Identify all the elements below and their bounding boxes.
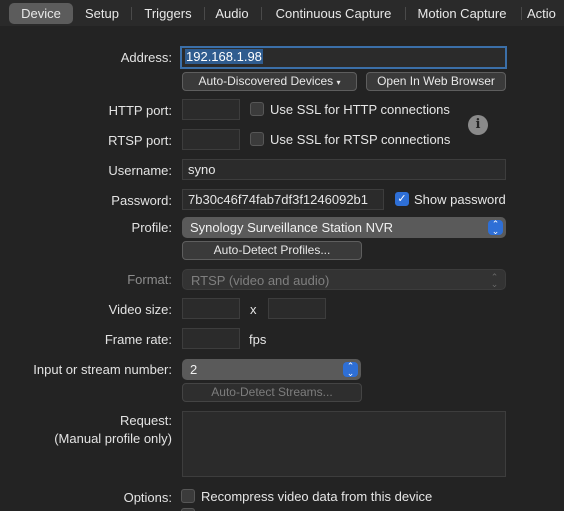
request-label: Request:: [119, 413, 172, 428]
up-down-chevron-icon: ⌃ ⌄: [343, 362, 358, 378]
video-width-input[interactable]: [182, 298, 240, 319]
request-textarea[interactable]: [182, 411, 506, 477]
tab-actions[interactable]: Actio: [527, 3, 564, 24]
tab-separator: [131, 7, 132, 20]
username-input[interactable]: syno: [182, 159, 506, 180]
address-value: 192.168.1.98: [185, 49, 263, 64]
tab-audio[interactable]: Audio: [210, 3, 254, 24]
ssl-http-checkbox[interactable]: [250, 102, 264, 116]
recompress-checkbox[interactable]: [181, 489, 195, 503]
http-port-input[interactable]: [182, 99, 240, 120]
ssl-rtsp-label: Use SSL for RTSP connections: [270, 132, 451, 147]
profile-label: Profile:: [131, 220, 172, 235]
up-down-chevron-icon: ⌃ ⌄: [488, 220, 503, 236]
stream-number-select[interactable]: 2 ⌃ ⌄: [182, 359, 361, 380]
up-down-chevron-icon: ⌃ ⌄: [490, 272, 499, 289]
http-port-label: HTTP port:: [108, 103, 172, 118]
format-value: RTSP (video and audio): [191, 273, 330, 288]
info-icon[interactable]: i: [468, 115, 488, 135]
auto-detect-streams-button[interactable]: Auto-Detect Streams...: [182, 383, 362, 402]
tab-motion-capture[interactable]: Motion Capture: [411, 3, 513, 24]
stream-number-label: Input or stream number:: [33, 362, 172, 377]
ssl-rtsp-checkbox[interactable]: [250, 132, 264, 146]
tab-device[interactable]: Device: [9, 3, 73, 24]
request-sublabel: (Manual profile only): [54, 431, 172, 446]
password-input[interactable]: 7b30c46f74fab7df3f1246092b1: [182, 189, 384, 210]
format-label: Format:: [127, 272, 172, 287]
video-size-x-label: x: [250, 302, 257, 317]
dropdown-arrow-icon: ▾: [336, 78, 341, 87]
frame-rate-label: Frame rate:: [104, 332, 172, 347]
tab-separator: [204, 7, 205, 20]
address-label: Address:: [120, 50, 172, 65]
auto-discovered-devices-label: Auto-Discovered Devices: [198, 74, 334, 88]
password-label: Password:: [111, 193, 172, 208]
show-password-label: Show password: [414, 192, 506, 207]
fps-label: fps: [249, 332, 267, 347]
profile-value: Synology Surveillance Station NVR: [190, 220, 394, 235]
ssl-http-label: Use SSL for HTTP connections: [270, 102, 450, 117]
open-in-web-browser-button[interactable]: Open In Web Browser: [366, 72, 506, 91]
auto-discovered-devices-button[interactable]: Auto-Discovered Devices ▾: [182, 72, 357, 91]
username-label: Username:: [108, 163, 172, 178]
checkmark-icon: ✓: [397, 193, 407, 205]
stream-number-value: 2: [190, 362, 198, 377]
tab-continuous-capture[interactable]: Continuous Capture: [267, 3, 400, 24]
tab-triggers[interactable]: Triggers: [137, 3, 199, 24]
profile-select[interactable]: Synology Surveillance Station NVR ⌃ ⌄: [182, 217, 506, 238]
address-input[interactable]: 192.168.1.98: [180, 46, 507, 69]
rtsp-port-input[interactable]: [182, 129, 240, 150]
video-size-label: Video size:: [108, 302, 172, 317]
rtsp-port-label: RTSP port:: [108, 133, 172, 148]
tab-separator: [521, 7, 522, 20]
auto-detect-profiles-button[interactable]: Auto-Detect Profiles...: [182, 241, 362, 260]
video-height-input[interactable]: [268, 298, 326, 319]
options-label: Options:: [123, 490, 172, 505]
format-select[interactable]: RTSP (video and audio) ⌃ ⌄: [182, 269, 506, 290]
tab-setup[interactable]: Setup: [78, 3, 126, 24]
tab-bar: Device Setup Triggers Audio Continuous C…: [0, 0, 564, 26]
frame-rate-input[interactable]: [182, 328, 240, 349]
tab-separator: [405, 7, 406, 20]
tab-separator: [261, 7, 262, 20]
recompress-label: Recompress video data from this device: [201, 489, 433, 504]
show-password-checkbox[interactable]: ✓: [395, 192, 409, 206]
